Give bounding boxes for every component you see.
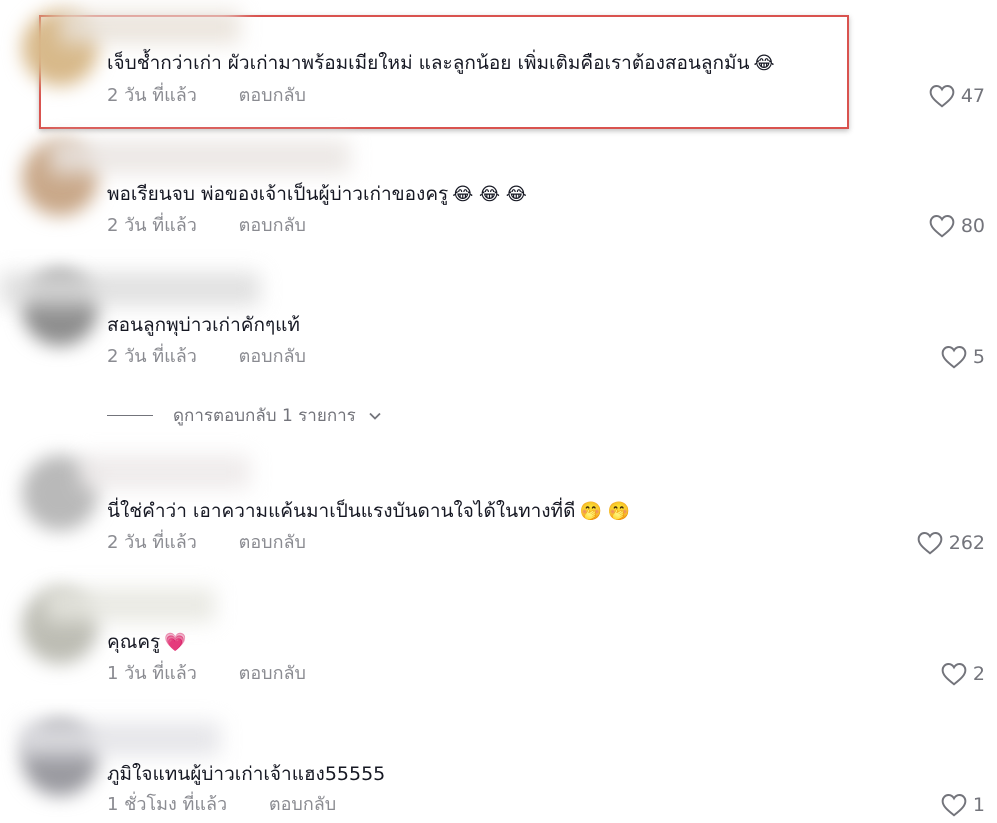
like-button[interactable]: 262 bbox=[917, 531, 985, 555]
comment-text: เจ็บช้ำกว่าเก่า ผัวเก่ามาพร้อมเมียใหม่ แ… bbox=[107, 52, 775, 74]
laughing-emoji: 😂 😂 😂 bbox=[452, 184, 527, 205]
heart-icon bbox=[941, 346, 967, 369]
face-with-hand-emoji: 🤭 🤭 bbox=[579, 501, 630, 522]
comment-text: สอนลูกพุบ่าวเก่าคักๆแท้ bbox=[107, 314, 300, 336]
like-count: 1 bbox=[972, 794, 985, 816]
divider-line bbox=[107, 415, 153, 416]
heart-icon bbox=[929, 85, 955, 108]
reply-button[interactable]: ตอบกลับ bbox=[239, 662, 306, 686]
comment-time: 2 วัน ที่แล้ว bbox=[107, 532, 197, 553]
like-count: 47 bbox=[960, 85, 985, 107]
like-count: 5 bbox=[972, 346, 985, 368]
reply-button[interactable]: ตอบกลับ bbox=[239, 345, 306, 369]
like-count: 2 bbox=[972, 663, 985, 685]
username-blurred bbox=[45, 588, 215, 622]
like-count: 262 bbox=[948, 532, 985, 554]
reply-button[interactable]: ตอบกลับ bbox=[239, 214, 306, 238]
reply-button[interactable]: ตอบกลับ bbox=[269, 793, 336, 817]
username-blurred bbox=[50, 140, 350, 174]
comment-text: คุณครู 💗 bbox=[107, 631, 187, 653]
laughing-emoji: 😂 bbox=[753, 53, 775, 74]
heart-icon bbox=[917, 532, 943, 555]
like-button[interactable]: 80 bbox=[929, 214, 985, 238]
view-replies-label: ดูการตอบกลับ 1 รายการ bbox=[173, 406, 356, 426]
heart-icon bbox=[929, 215, 955, 238]
like-button[interactable]: 2 bbox=[941, 662, 985, 686]
reply-button[interactable]: ตอบกลับ bbox=[239, 84, 306, 108]
comment-time: 1 ชั่วโมง ที่แล้ว bbox=[107, 794, 228, 815]
username-blurred bbox=[20, 722, 220, 756]
comment-time: 2 วัน ที่แล้ว bbox=[107, 85, 197, 106]
like-button[interactable]: 47 bbox=[929, 84, 985, 108]
like-button[interactable]: 5 bbox=[941, 345, 985, 369]
username-blurred bbox=[0, 272, 260, 306]
heart-icon bbox=[941, 663, 967, 686]
like-count: 80 bbox=[960, 215, 985, 237]
comment-time: 2 วัน ที่แล้ว bbox=[107, 346, 197, 367]
comment-text: พอเรียนจบ พ่อของเจ้าเป็นผู้บ่าวเก่าของคร… bbox=[107, 183, 527, 205]
heart-emoji: 💗 bbox=[164, 632, 187, 653]
like-button[interactable]: 1 bbox=[941, 793, 985, 817]
reply-button[interactable]: ตอบกลับ bbox=[239, 531, 306, 555]
comment-time: 1 วัน ที่แล้ว bbox=[107, 663, 197, 684]
comment-text: นี่ใช่คำว่า เอาความแค้นมาเป็นแรงบันดานใจ… bbox=[107, 500, 630, 522]
heart-icon bbox=[941, 794, 967, 817]
username-blurred bbox=[80, 455, 250, 489]
chevron-down-icon bbox=[369, 412, 381, 420]
comment-text: ภูมิใจแทนผู้บ่าวเก่าเจ้าแฮง55555 bbox=[107, 763, 386, 785]
view-replies-button[interactable]: ดูการตอบกลับ 1 รายการ bbox=[107, 402, 382, 429]
username-blurred bbox=[60, 10, 240, 44]
comment-time: 2 วัน ที่แล้ว bbox=[107, 215, 197, 236]
